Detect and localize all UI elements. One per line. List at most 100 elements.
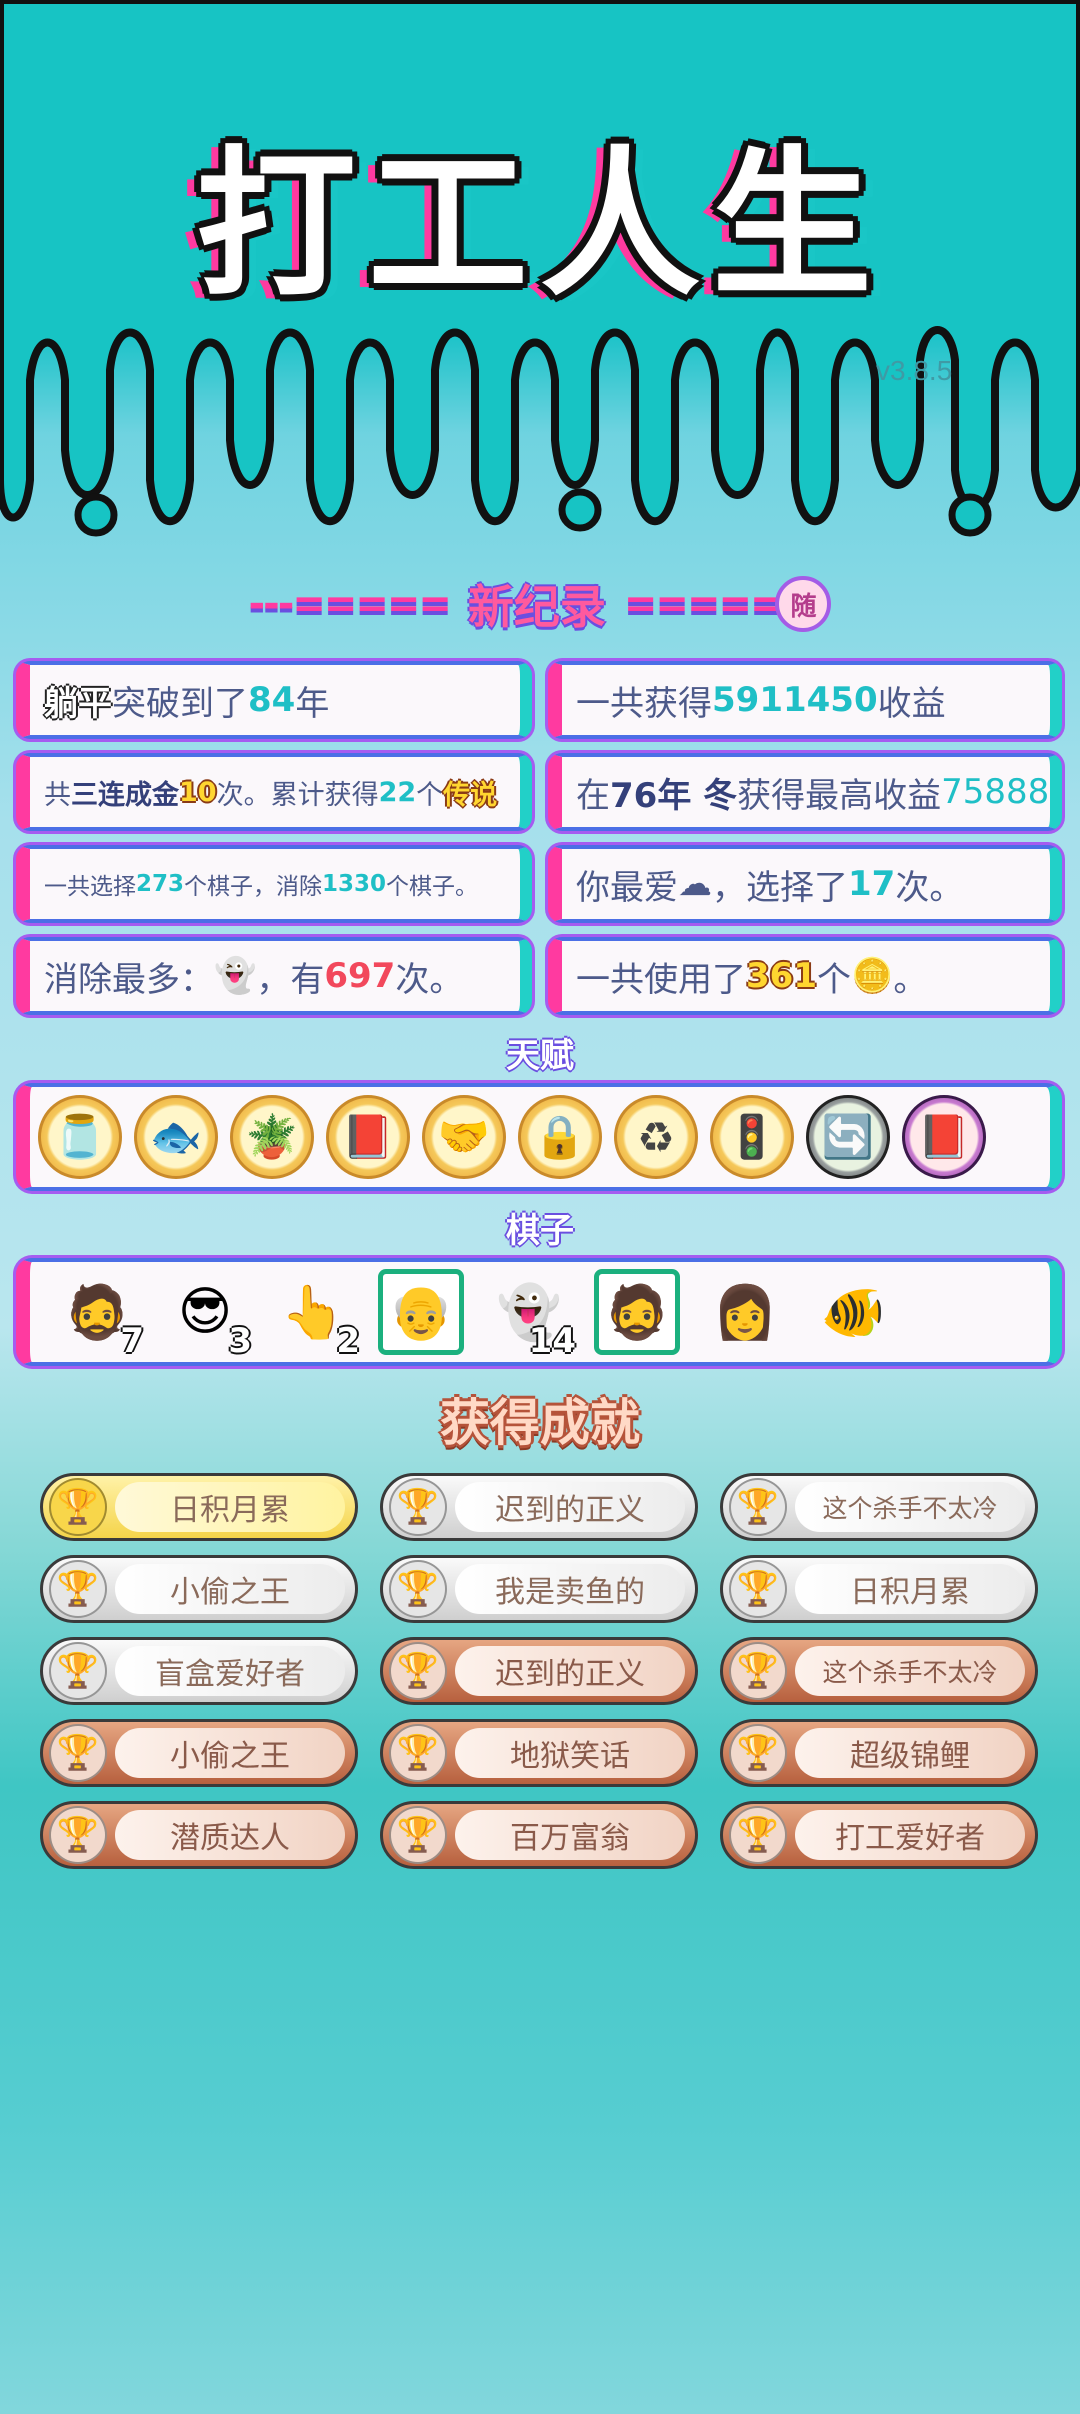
- achievement-label: 百万富翁: [455, 1810, 685, 1860]
- piece-count: 3: [228, 1321, 252, 1361]
- record-stat-card: 一共使用了 361 个 🪙。: [548, 937, 1062, 1015]
- achievement-label: 小偷之王: [115, 1728, 345, 1778]
- stat-text: 个: [416, 779, 444, 811]
- record-stat-card: 在 76年 冬 获得最高收益 758881: [548, 753, 1062, 831]
- achievement-badge[interactable]: 🏆 迟到的正义: [380, 1637, 698, 1705]
- stat-text: 76年 冬: [610, 775, 738, 816]
- pointing-hand-icon[interactable]: 👆 2: [270, 1269, 360, 1362]
- piece-count: 14: [528, 1321, 576, 1361]
- stat-text: 年: [295, 683, 330, 724]
- talents-label: 天赋: [506, 1036, 574, 1076]
- trophy-icon: 🏆: [49, 1560, 107, 1618]
- achievement-badge[interactable]: 🏆 这个杀手不太冷: [720, 1473, 1038, 1541]
- trophy-icon: 🏆: [729, 1560, 787, 1618]
- pieces-panel: 🧔 7 😎 3 👆 2 👴 👻 14 🧔 👩 🐠: [16, 1258, 1062, 1366]
- stat-text: 次。累计获得: [216, 779, 379, 811]
- record-stat-card: 一共选择 273 个棋子，消除 1330 个棋子。: [16, 845, 532, 923]
- stat-text: 一共使用了: [576, 959, 746, 1000]
- time-magazine-alt-icon[interactable]: 📕: [902, 1095, 986, 1179]
- piece-count: 7: [120, 1321, 144, 1361]
- random-badge[interactable]: 随: [775, 576, 832, 632]
- fish-icon[interactable]: 🐠: [810, 1269, 896, 1355]
- stat-text: 5911450: [712, 680, 878, 720]
- trophy-icon: 🏆: [49, 1642, 107, 1700]
- achievement-label: 超级锦鲤: [795, 1728, 1025, 1778]
- achievements-title: 获得成就: [440, 1394, 640, 1452]
- worker-bucket-hat-framed-icon[interactable]: 🧔: [594, 1269, 680, 1355]
- ghost-icon[interactable]: 👻 14: [486, 1269, 576, 1362]
- handshake-icon[interactable]: 🤝: [422, 1095, 506, 1179]
- achievement-label: 小偷之王: [115, 1564, 345, 1614]
- achievement-badge[interactable]: 🏆 日积月累: [720, 1555, 1038, 1623]
- achievement-badge[interactable]: 🏆 打工爱好者: [720, 1801, 1038, 1869]
- achievement-badge[interactable]: 🏆 潜质达人: [40, 1801, 358, 1869]
- fish-tank-icon[interactable]: 🐟: [134, 1095, 218, 1179]
- achievement-badge[interactable]: 🏆 日积月累: [40, 1473, 358, 1541]
- achievement-label: 盲盒爱好者: [115, 1646, 345, 1696]
- pieces-label: 棋子: [506, 1211, 574, 1251]
- stat-text: 三连成金: [71, 779, 179, 811]
- achievement-badge[interactable]: 🏆 地狱笑话: [380, 1719, 698, 1787]
- record-stat-card: 躺平 突破到了 84 年: [16, 661, 532, 739]
- trophy-icon: 🏆: [389, 1642, 447, 1700]
- achievement-badge[interactable]: 🏆 这个杀手不太冷: [720, 1637, 1038, 1705]
- stat-text: 在: [576, 775, 610, 816]
- potted-flower-icon[interactable]: 🪴: [230, 1095, 314, 1179]
- trophy-icon: 🏆: [49, 1724, 107, 1782]
- piece-glyph: 🧔: [604, 1282, 670, 1343]
- achievement-badge[interactable]: 🏆 盲盒爱好者: [40, 1637, 358, 1705]
- record-stat-card: 共三连成金 10 次。累计获得 22 个传说: [16, 753, 532, 831]
- version-label: v3.8.5: [876, 355, 953, 386]
- decor-dashes-right: =====: [623, 581, 784, 627]
- trophy-icon: 🏆: [49, 1478, 107, 1536]
- recycle-icon[interactable]: ♻: [614, 1095, 698, 1179]
- record-stat-card: 消除最多： 👻 ，有 697 次。: [16, 937, 532, 1015]
- record-stat-card: 你最爱 ☁ ，选择了 17 次。: [548, 845, 1062, 923]
- safe-icon[interactable]: 🔒: [518, 1095, 602, 1179]
- trophy-icon: 🏆: [389, 1724, 447, 1782]
- stat-text: 共: [44, 779, 71, 811]
- stat-text: 个棋子。: [386, 874, 479, 900]
- girl-braids-icon[interactable]: 👩: [702, 1269, 788, 1355]
- stat-text: 1330: [322, 871, 387, 897]
- achievement-badge[interactable]: 🏆 小偷之王: [40, 1555, 358, 1623]
- trophy-icon: 🏆: [729, 1724, 787, 1782]
- achievement-badge[interactable]: 🏆 小偷之王: [40, 1719, 358, 1787]
- stat-text: 收益: [877, 683, 946, 724]
- record-header: ---===== 新纪录 ===== 随: [0, 572, 1080, 636]
- piece-count: 2: [336, 1321, 360, 1361]
- trophy-icon: 🏆: [389, 1478, 447, 1536]
- stat-text: 个棋子，消除: [184, 874, 323, 900]
- achievement-label: 这个杀手不太冷: [795, 1646, 1025, 1696]
- achievement-label: 我是卖鱼的: [455, 1564, 685, 1614]
- piece-glyph: 🐠: [820, 1282, 886, 1343]
- stat-text: 361: [746, 956, 817, 996]
- achievement-label: 打工爱好者: [795, 1810, 1025, 1860]
- time-magazine-icon[interactable]: 📕: [326, 1095, 410, 1179]
- achievement-label: 日积月累: [115, 1482, 345, 1532]
- stat-text: 273: [136, 871, 185, 897]
- achievement-label: 地狱笑话: [455, 1728, 685, 1778]
- achievement-badge[interactable]: 🏆 百万富翁: [380, 1801, 698, 1869]
- stat-text: 👻: [214, 956, 257, 996]
- achievement-badge[interactable]: 🏆 迟到的正义: [380, 1473, 698, 1541]
- stat-text: 🪙: [850, 956, 894, 996]
- trophy-icon: 🏆: [729, 1478, 787, 1536]
- achievement-label: 迟到的正义: [455, 1646, 685, 1696]
- refresh-coin-icon[interactable]: 🔄: [806, 1095, 890, 1179]
- achievement-badge[interactable]: 🏆 超级锦鲤: [720, 1719, 1038, 1787]
- achievement-badge[interactable]: 🏆 我是卖鱼的: [380, 1555, 698, 1623]
- stat-text: 获得最高收益: [737, 775, 942, 816]
- stat-text: 。: [893, 959, 928, 1000]
- stat-text: 消除最多：: [44, 959, 214, 1000]
- old-man-glasses-icon[interactable]: 👴: [378, 1269, 464, 1355]
- jar-icon[interactable]: 🫙: [38, 1095, 122, 1179]
- boss-sunglasses-icon[interactable]: 😎 3: [162, 1269, 252, 1361]
- worker-bucket-hat-icon[interactable]: 🧔 7: [54, 1269, 144, 1362]
- stat-text: 突破到了: [112, 683, 248, 724]
- trophy-icon: 🏆: [729, 1806, 787, 1864]
- stat-text: 17: [848, 864, 896, 904]
- piece-glyph: 👩: [712, 1282, 778, 1343]
- traffic-light-icon[interactable]: 🚦: [710, 1095, 794, 1179]
- stat-text: 84: [248, 680, 296, 720]
